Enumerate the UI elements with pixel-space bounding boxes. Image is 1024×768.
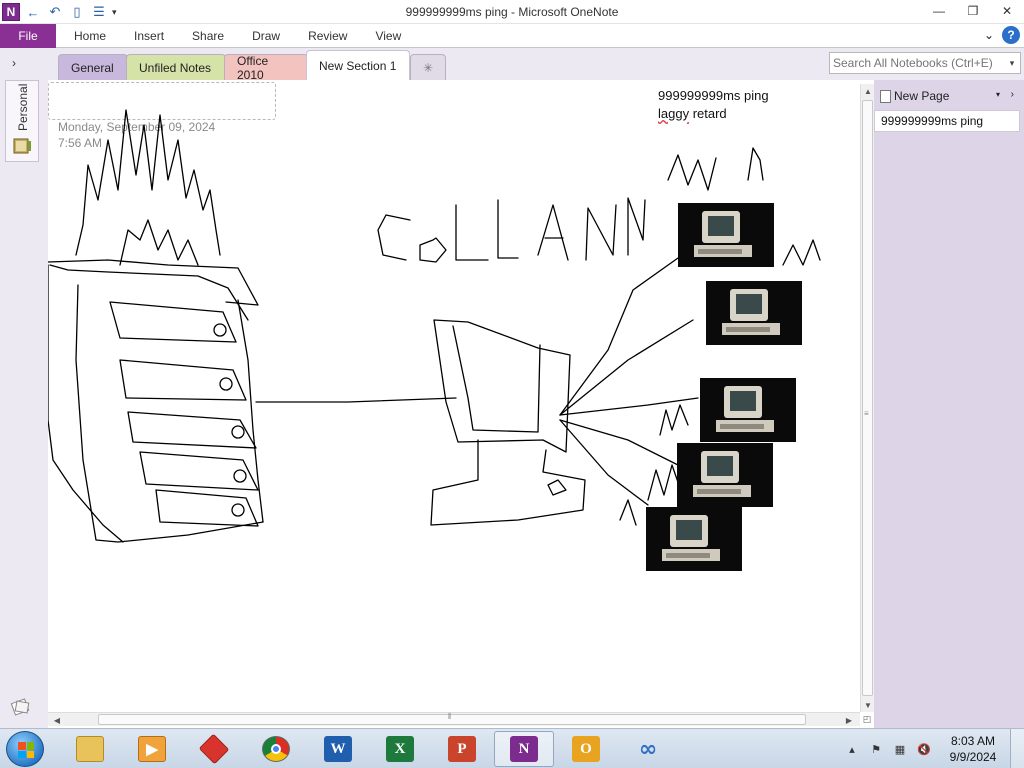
horizontal-scrollbar[interactable]: ◀ ⦀ ▶ [48, 712, 860, 726]
new-page-icon [880, 89, 891, 103]
volume-muted-icon[interactable]: 🔇 [915, 740, 933, 758]
section-tab-office-2010[interactable]: Office 2010 [224, 54, 308, 82]
vertical-scroll-thumb[interactable] [862, 100, 873, 696]
new-page-dropdown-icon[interactable]: ▾ [996, 90, 1000, 99]
section-tab-general[interactable]: General [58, 54, 128, 80]
taskbar-chrome[interactable] [246, 731, 306, 767]
vertical-scrollbar[interactable]: ▲ ≡ ▼ [860, 84, 874, 712]
scroll-up-icon[interactable]: ▲ [861, 84, 875, 98]
clock[interactable]: 8:03 AM 9/9/2024 [936, 733, 1010, 765]
notebook-label: Personal [16, 83, 30, 131]
computer-image-3[interactable] [700, 378, 796, 442]
new-page-button[interactable]: New Page ▾ › [880, 86, 1020, 106]
windows-logo-icon [18, 742, 34, 758]
computer-image-5[interactable] [646, 507, 742, 571]
search-scope-dropdown-icon[interactable]: ▾ [1004, 58, 1020, 69]
page-tab[interactable]: 999999999ms ping [874, 110, 1020, 132]
ribbon-tabs: Home Insert Share Draw Review View [60, 24, 415, 48]
word-icon: W [324, 736, 352, 762]
search-box: ▾ [829, 52, 1021, 74]
section-tabs-bar: › General Unfiled Notes Office 2010 New … [0, 48, 1024, 82]
horizontal-scroll-thumb[interactable] [98, 714, 806, 725]
taskbar-outlook[interactable]: O [556, 731, 616, 767]
tab-review[interactable]: Review [294, 24, 361, 48]
scroll-left-icon[interactable]: ◀ [50, 713, 64, 727]
computer-image-4[interactable] [677, 443, 773, 507]
title-bar: N ← ↶ ▯ ☰ ▾ 999999999ms ping - Microsoft… [0, 0, 1024, 24]
onenote-icon: N [510, 736, 538, 762]
folder-icon [76, 736, 104, 762]
page-tabs-pane: New Page ▾ › 999999999ms ping [874, 80, 1024, 728]
computer-image-1[interactable] [678, 203, 774, 267]
outlook-icon: O [572, 736, 600, 762]
resize-corner-icon: ◰ [862, 713, 872, 724]
ribbon: File Home Insert Share Draw Review View … [0, 24, 1024, 48]
tab-view[interactable]: View [361, 24, 415, 48]
taskbar-toolbox[interactable] [184, 731, 244, 767]
scroll-grip-icon: ≡ [864, 409, 869, 418]
section-tab-new-section-1[interactable]: New Section 1 [306, 50, 410, 80]
taskbar-powerpoint[interactable]: P [432, 731, 492, 767]
hscroll-grip-icon: ⦀ [448, 712, 452, 721]
action-center-flag-icon[interactable]: ⚑ [867, 740, 885, 758]
taskbar-excel[interactable]: X [370, 731, 430, 767]
tab-home[interactable]: Home [60, 24, 120, 48]
unfiled-notes-icon[interactable] [10, 698, 32, 716]
section-tab-unfiled-notes[interactable]: Unfiled Notes [126, 54, 226, 80]
show-desktop-button[interactable] [1010, 729, 1024, 768]
page-canvas[interactable]: Monday, September 09, 2024 7:56 AM 99999… [48, 80, 860, 712]
network-icon[interactable]: ▦ [891, 740, 909, 758]
tab-draw[interactable]: Draw [238, 24, 294, 48]
notebook-icon [13, 138, 31, 154]
start-button[interactable] [6, 731, 44, 767]
powerpoint-icon: P [448, 736, 476, 762]
toolbox-icon [198, 733, 230, 765]
notebook-personal[interactable]: Personal [5, 80, 39, 162]
clock-time: 8:03 AM [950, 734, 996, 748]
infinity-icon: ∞ [638, 736, 658, 762]
chrome-icon [262, 736, 290, 762]
window-controls: — ❐ ✕ [922, 0, 1024, 22]
notebook-pane: Personal [0, 80, 48, 728]
taskbar-media-player[interactable]: ▶ [122, 731, 182, 767]
help-icon[interactable]: ? [1002, 26, 1020, 44]
ribbon-right: ⌄ ? [984, 26, 1020, 44]
scroll-right-icon[interactable]: ▶ [842, 713, 856, 727]
taskbar-infinity[interactable]: ∞ [618, 731, 678, 767]
file-tab[interactable]: File [0, 24, 56, 48]
excel-icon: X [386, 736, 414, 762]
taskbar-word[interactable]: W [308, 731, 368, 767]
expand-ribbon-icon[interactable]: ⌄ [984, 28, 994, 42]
restore-button[interactable]: ❐ [956, 0, 990, 22]
tab-share[interactable]: Share [178, 24, 238, 48]
taskbar-onenote[interactable]: N [494, 731, 554, 767]
search-input[interactable] [833, 56, 1004, 70]
computer-image-2[interactable] [706, 281, 802, 345]
window-title: 999999999ms ping - Microsoft OneNote [405, 5, 619, 19]
new-page-label: New Page [894, 89, 950, 103]
add-section-icon[interactable]: ✳ [410, 54, 446, 80]
system-tray: ▴ ⚑ ▦ 🔇 8:03 AM 9/9/2024 [840, 729, 1024, 768]
collapse-pane-icon[interactable]: › [1011, 89, 1014, 100]
show-hidden-icons-icon[interactable]: ▴ [843, 740, 861, 758]
scroll-down-icon[interactable]: ▼ [861, 698, 875, 712]
taskbar: ▶ W X P N O ∞ ▴ ⚑ ▦ 🔇 8:03 AM 9/9/2024 [0, 728, 1024, 768]
media-player-icon: ▶ [138, 736, 166, 762]
taskbar-explorer[interactable] [60, 731, 120, 767]
close-button[interactable]: ✕ [990, 0, 1024, 22]
tab-insert[interactable]: Insert [120, 24, 178, 48]
expand-navigation-icon[interactable]: › [12, 56, 16, 70]
taskbar-apps: ▶ W X P N O ∞ [60, 731, 678, 767]
minimize-button[interactable]: — [922, 0, 956, 22]
clock-date: 9/9/2024 [949, 750, 997, 764]
